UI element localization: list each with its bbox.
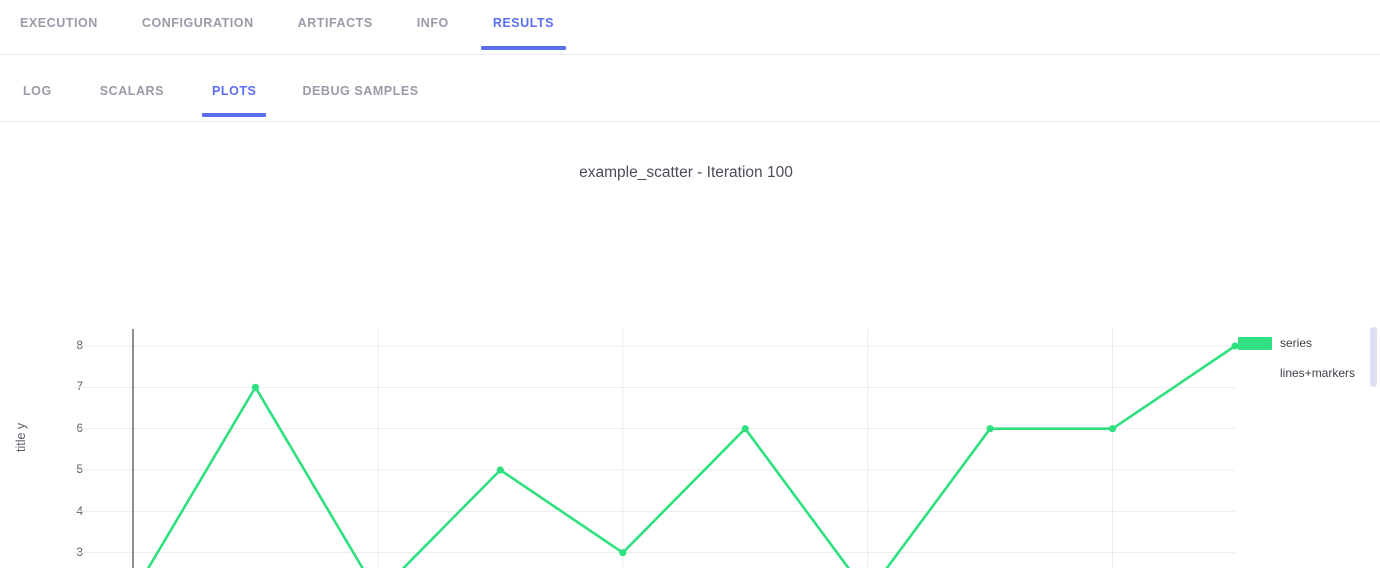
- subtab-log[interactable]: LOG: [23, 55, 52, 113]
- subtab-plots-active-indicator: [202, 113, 266, 117]
- plot-scrollbar-thumb[interactable]: [1370, 327, 1377, 387]
- subtab-log-label: LOG: [23, 84, 52, 98]
- tab-results-active-indicator: [481, 46, 566, 50]
- plot-scrollbar-track[interactable]: [1369, 142, 1377, 562]
- series-data-point[interactable]: [252, 384, 259, 391]
- subtab-debug-samples-label: DEBUG SAMPLES: [302, 84, 418, 98]
- tab-artifacts-label: ARTIFACTS: [298, 16, 373, 30]
- series-line: [133, 346, 1235, 568]
- legend-color-swatch-icon: [1238, 337, 1272, 350]
- primary-tab-bar: EXECUTION CONFIGURATION ARTIFACTS INFO R…: [0, 0, 1380, 55]
- legend-item-series[interactable]: series: [1238, 334, 1368, 352]
- tab-artifacts[interactable]: ARTIFACTS: [298, 0, 373, 47]
- tab-configuration[interactable]: CONFIGURATION: [142, 0, 254, 47]
- tab-results-label: RESULTS: [493, 16, 554, 30]
- plot-panel: example_scatter - Iteration 100 title y …: [0, 122, 1380, 568]
- subtab-scalars-label: SCALARS: [100, 84, 164, 98]
- series-data-point[interactable]: [619, 549, 626, 556]
- series-data-point[interactable]: [497, 466, 504, 473]
- tab-configuration-label: CONFIGURATION: [142, 16, 254, 30]
- legend-mode-label: lines+markers: [1280, 366, 1368, 380]
- tab-execution-label: EXECUTION: [20, 16, 98, 30]
- tab-info[interactable]: INFO: [417, 0, 449, 47]
- gridlines-group: [75, 329, 1235, 568]
- subtab-plots-label: PLOTS: [212, 84, 256, 98]
- plot-legend: series lines+markers: [1238, 334, 1368, 380]
- results-sub-tab-bar: LOG SCALARS PLOTS DEBUG SAMPLES: [0, 55, 1380, 122]
- series-data-point[interactable]: [1109, 425, 1116, 432]
- tab-execution[interactable]: EXECUTION: [20, 0, 98, 47]
- tab-info-label: INFO: [417, 16, 449, 30]
- series-data-point[interactable]: [742, 425, 749, 432]
- series-data-point[interactable]: [987, 425, 994, 432]
- subtab-debug-samples[interactable]: DEBUG SAMPLES: [302, 55, 418, 113]
- plot-canvas[interactable]: [0, 122, 1380, 568]
- primary-tab-list: EXECUTION CONFIGURATION ARTIFACTS INFO R…: [0, 0, 1380, 47]
- legend-series-label: series: [1280, 336, 1312, 350]
- subtab-scalars[interactable]: SCALARS: [100, 55, 164, 113]
- results-sub-tab-list: LOG SCALARS PLOTS DEBUG SAMPLES: [0, 55, 1380, 113]
- tab-results[interactable]: RESULTS: [493, 0, 554, 47]
- subtab-plots[interactable]: PLOTS: [212, 55, 256, 113]
